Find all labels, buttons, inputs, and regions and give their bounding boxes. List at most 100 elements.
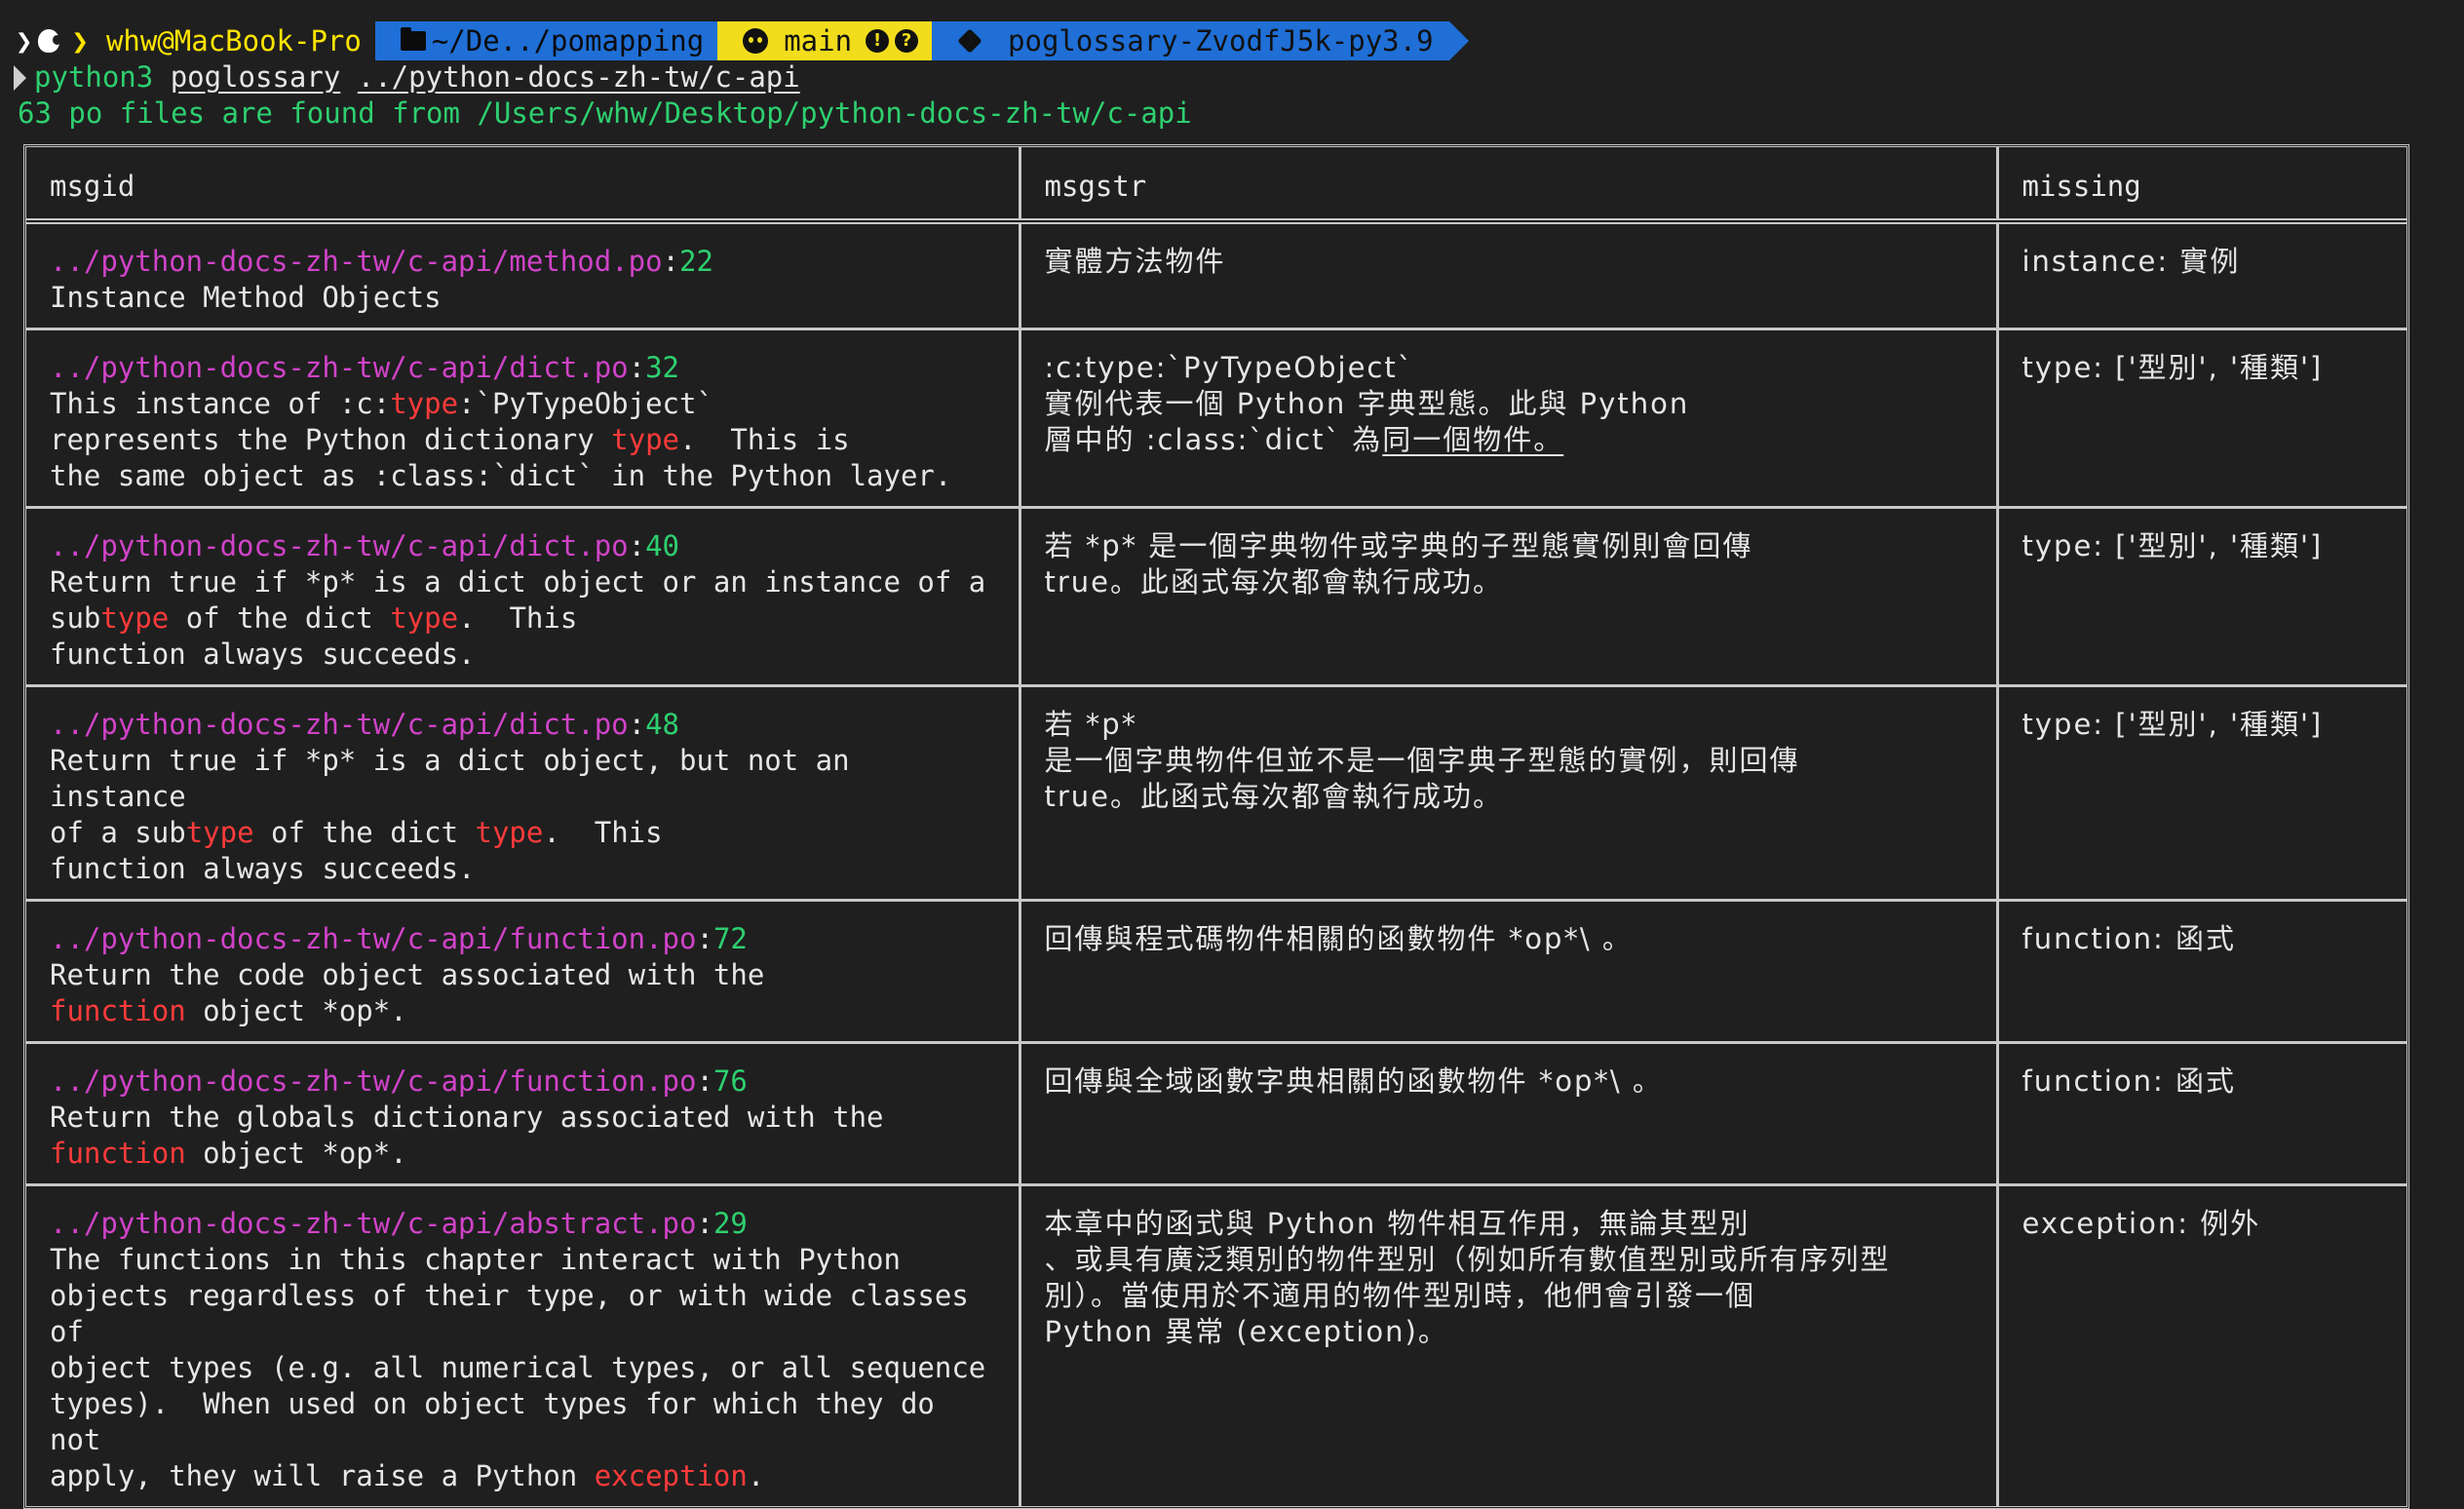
table-row: ../python-docs-zh-tw/c-api/function.po:7… — [26, 1041, 2406, 1186]
po-file-path[interactable]: ../python-docs-zh-tw/c-api/abstract.po — [50, 1207, 696, 1240]
msgid-cell: ../python-docs-zh-tw/c-api/method.po:22 … — [26, 219, 1021, 330]
command-script: poglossary — [170, 60, 341, 94]
table-row: ../python-docs-zh-tw/c-api/function.po:7… — [26, 899, 2406, 1044]
glossary-term-highlight: type — [611, 423, 680, 456]
msgstr-text: :c:type:`PyTypeObject` — [1044, 351, 1414, 384]
missing-cell: type: ['型別', '種類'] — [1995, 328, 2406, 509]
missing-cell: instance: 實例 — [1995, 219, 2406, 330]
msgid-text: . — [747, 1459, 765, 1492]
msgstr-text: 若 *p* 是一個字典物件或字典的子型態實例則會回傳 — [1044, 529, 1753, 562]
glossary-term-highlight: function — [50, 1137, 186, 1170]
msgid-text: of the dict — [169, 601, 391, 635]
prompt-dir: ~/De../pomapping — [431, 23, 705, 58]
line-number: 40 — [645, 529, 680, 562]
msgstr-line: 層中的 :class:`dict` 為同一個物件。 — [1045, 422, 1975, 458]
msgid-text: Return the code object associated with t… — [50, 958, 765, 991]
msgid-text: The functions in this chapter interact w… — [50, 1243, 986, 1492]
powerline-separator — [1448, 21, 1469, 60]
shell-prompt: ❯ ❯ whw@MacBook-Pro ~/De../pomapping mai… — [10, 21, 1469, 60]
table-row: ../python-docs-zh-tw/c-api/dict.po:32 Th… — [26, 328, 2406, 509]
glossary-term-highlight: type — [100, 601, 170, 635]
msgstr-text: true。此函式每次都會執行成功。 — [1044, 565, 1504, 599]
msgstr-cell: 實體方法物件 — [1018, 219, 1999, 330]
msgstr-line: 回傳與程式碼物件相關的函數物件 *op*\ 。 — [1045, 921, 1975, 957]
command-bin: python3 — [34, 60, 154, 94]
msgstr-cell: 回傳與全域函數字典相關的函數物件 *op*\ 。 — [1018, 1041, 1999, 1186]
puzzle-icon — [957, 28, 982, 54]
msgid-text: Return the globals dictionary associated… — [50, 1101, 884, 1134]
command-argument: ../python-docs-zh-tw/c-api — [357, 60, 800, 94]
chevron-right-icon: ❯ — [16, 23, 33, 58]
msgstr-line: Python 異常 (exception)。 — [1045, 1314, 1975, 1350]
msgstr-text: true。此函式每次都會執行成功。 — [1044, 780, 1504, 813]
apple-icon — [38, 29, 62, 53]
msgstr-text: 回傳與全域函數字典相關的函數物件 *op*\ 。 — [1044, 1064, 1663, 1098]
msgstr-line: 本章中的函式與 Python 物件相互作用，無論其型別 — [1045, 1206, 1975, 1242]
header-msgid: msgid — [26, 147, 1021, 224]
msgstr-cell: 若 *p* 是一個字典物件或字典的子型態實例則會回傳 true。此函式每次都會執行… — [1018, 506, 1999, 687]
header-missing: missing — [1995, 147, 2406, 224]
prompt-arrow-icon — [14, 65, 26, 91]
glossary-term-highlight: exception — [594, 1459, 748, 1492]
po-file-path[interactable]: ../python-docs-zh-tw/c-api/method.po — [50, 245, 663, 278]
table-header-row: msgid msgstr missing — [26, 147, 2406, 224]
command-line[interactable]: python3 poglossary ../python-docs-zh-tw/… — [14, 59, 800, 96]
path-colon: : — [628, 529, 646, 562]
table-row: ../python-docs-zh-tw/c-api/dict.po:48 Re… — [26, 684, 2406, 902]
exclamation-badge-icon: ! — [866, 29, 890, 53]
glossary-table: msgid msgstr missing ../python-docs-zh-t… — [23, 144, 2409, 1509]
table-row: ../python-docs-zh-tw/c-api/method.po:22 … — [26, 219, 2406, 330]
prompt-user-segment: whw@MacBook-Pro — [101, 21, 375, 60]
path-colon: : — [662, 245, 680, 278]
msgstr-line: 回傳與全域函數字典相關的函數物件 *op*\ 。 — [1045, 1064, 1975, 1100]
msgstr-text: 層中的 :class:`dict` 為 — [1044, 423, 1383, 456]
msgid-text: Instance Method Objects — [50, 281, 442, 314]
prompt-venv: poglossary-ZvodfJ5k-py3.9 — [1008, 23, 1434, 58]
msgstr-text: 、或具有廣泛類別的物件型別（例如所有數值型別或所有序列型 — [1044, 1243, 1891, 1276]
msgid-cell: ../python-docs-zh-tw/c-api/abstract.po:2… — [26, 1183, 1021, 1506]
msgstr-cell: 本章中的函式與 Python 物件相互作用，無論其型別 、或具有廣泛類別的物件型別… — [1018, 1183, 1999, 1506]
msgstr-line: 、或具有廣泛類別的物件型別（例如所有數值型別或所有序列型 — [1045, 1242, 1975, 1278]
missing-cell: function: 函式 — [1995, 1041, 2406, 1186]
msgstr-cell: 若 *p* 是一個字典物件但並不是一個字典子型態的實例，則回傳 true。此函式每次… — [1018, 684, 1999, 902]
msgstr-line: 是一個字典物件但並不是一個字典子型態的實例，則回傳 — [1045, 743, 1975, 779]
po-file-path[interactable]: ../python-docs-zh-tw/c-api/function.po — [50, 1064, 696, 1098]
po-file-path[interactable]: ../python-docs-zh-tw/c-api/dict.po — [50, 529, 629, 562]
po-file-path[interactable]: ../python-docs-zh-tw/c-api/function.po — [50, 922, 696, 955]
question-badge-icon: ? — [895, 29, 919, 53]
msgstr-cell: :c:type:`PyTypeObject` 實例代表一個 Python 字典型態… — [1018, 328, 1999, 509]
msgid-cell: ../python-docs-zh-tw/c-api/dict.po:40 Re… — [26, 506, 1021, 687]
msgstr-text: 是一個字典物件但並不是一個字典子型態的實例，則回傳 — [1044, 744, 1800, 777]
table-row: ../python-docs-zh-tw/c-api/abstract.po:2… — [26, 1183, 2406, 1506]
found-files-message: 63 po files are found from /Users/whw/De… — [18, 97, 1192, 130]
msgid-text: object *op*. — [185, 994, 407, 1027]
msgstr-line: true。此函式每次都會執行成功。 — [1045, 564, 1975, 600]
path-colon: : — [696, 1064, 713, 1098]
line-number: 32 — [645, 351, 680, 384]
msgstr-cell: 回傳與程式碼物件相關的函數物件 *op*\ 。 — [1018, 899, 1999, 1044]
msgid-cell: ../python-docs-zh-tw/c-api/dict.po:32 Th… — [26, 328, 1021, 509]
line-number: 22 — [679, 245, 713, 278]
msgstr-text: 實例代表一個 Python 字典型態。此與 Python — [1044, 387, 1690, 420]
missing-cell: exception: 例外 — [1995, 1183, 2406, 1506]
msgstr-text: 實體方法物件 — [1044, 245, 1226, 278]
msgstr-underlined-text: 同一個物件。 — [1382, 423, 1564, 456]
msgstr-line: 若 *p* 是一個字典物件或字典的子型態實例則會回傳 — [1045, 528, 1975, 564]
missing-cell: type: ['型別', '種類'] — [1995, 684, 2406, 902]
msgstr-line: :c:type:`PyTypeObject` — [1045, 350, 1975, 386]
po-file-path[interactable]: ../python-docs-zh-tw/c-api/dict.po — [50, 351, 629, 384]
line-number: 72 — [712, 922, 748, 955]
prompt-dir-segment: ~/De../pomapping — [374, 21, 718, 60]
msgstr-line: 別）。當使用於不適用的物件型別時，他們會引發一個 — [1045, 1278, 1975, 1314]
po-file-path[interactable]: ../python-docs-zh-tw/c-api/dict.po — [50, 708, 629, 741]
msgstr-text: 本章中的函式與 Python 物件相互作用，無論其型別 — [1044, 1207, 1751, 1240]
glossary-term-highlight: function — [50, 994, 186, 1027]
msgid-text: object *op*. — [185, 1137, 407, 1170]
msgid-cell: ../python-docs-zh-tw/c-api/dict.po:48 Re… — [26, 684, 1021, 902]
msgstr-line: true。此函式每次都會執行成功。 — [1045, 779, 1975, 815]
line-number: 48 — [645, 708, 680, 741]
missing-cell: type: ['型別', '種類'] — [1995, 506, 2406, 687]
msgstr-text: Python 異常 (exception)。 — [1044, 1315, 1448, 1348]
github-icon — [743, 28, 769, 54]
glossary-term-highlight: type — [475, 816, 544, 849]
